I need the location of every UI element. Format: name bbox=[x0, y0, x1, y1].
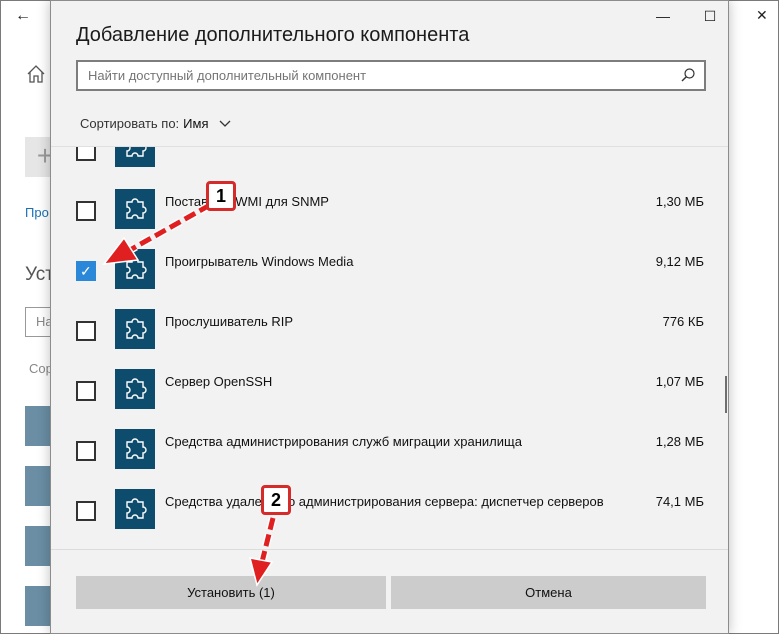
feature-checkbox[interactable] bbox=[76, 201, 96, 221]
feature-checkbox-checked[interactable]: ✓ bbox=[76, 261, 96, 281]
puzzle-icon bbox=[115, 489, 155, 529]
feature-checkbox[interactable] bbox=[76, 321, 96, 341]
sort-dropdown[interactable]: Сортировать по: Имя bbox=[80, 116, 231, 131]
feature-size: 1,30 МБ bbox=[655, 194, 704, 209]
back-arrow-icon[interactable]: ← bbox=[15, 7, 31, 25]
sort-label: Сортировать по: bbox=[80, 116, 180, 131]
puzzle-icon bbox=[115, 189, 155, 229]
checkmark-icon: ✓ bbox=[80, 263, 92, 279]
feature-checkbox[interactable] bbox=[76, 147, 96, 161]
list-scrollbar[interactable] bbox=[725, 376, 727, 413]
puzzle-icon bbox=[115, 249, 155, 289]
add-optional-feature-dialog: — ☐ Добавление дополнительного компонент… bbox=[50, 0, 729, 634]
feature-size: 1,07 МБ bbox=[655, 374, 704, 389]
dialog-title: Добавление дополнительного компонента bbox=[76, 24, 470, 46]
history-link[interactable]: Про bbox=[25, 205, 49, 220]
list-item[interactable]: Средства удаленного администрирования се… bbox=[51, 479, 728, 539]
feature-size: 1,28 МБ bbox=[655, 434, 704, 449]
list-item[interactable]: Поставщик WMI для SNMP 1,30 МБ bbox=[51, 179, 728, 239]
search-input[interactable] bbox=[88, 68, 668, 83]
sort-value[interactable]: Имя bbox=[183, 116, 208, 131]
install-button[interactable]: Установить (1) bbox=[76, 576, 386, 609]
list-item[interactable]: Прослушиватель RIP 776 КБ bbox=[51, 299, 728, 359]
feature-checkbox[interactable] bbox=[76, 501, 96, 521]
feature-checkbox[interactable] bbox=[76, 441, 96, 461]
feature-size: 9,12 МБ bbox=[655, 254, 704, 269]
maximize-icon[interactable]: ☐ bbox=[700, 8, 720, 25]
cancel-button[interactable]: Отмена bbox=[391, 576, 706, 609]
search-icon[interactable] bbox=[680, 67, 696, 83]
close-icon[interactable]: ✕ bbox=[756, 7, 768, 24]
feature-name: Прослушиватель RIP bbox=[165, 314, 294, 329]
list-item[interactable]: Средства администрирования служб миграци… bbox=[51, 419, 728, 479]
puzzle-icon bbox=[115, 309, 155, 349]
feature-checkbox[interactable] bbox=[76, 381, 96, 401]
annotation-badge-2: 2 bbox=[261, 485, 291, 515]
puzzle-icon bbox=[115, 147, 155, 167]
search-box[interactable] bbox=[76, 60, 706, 91]
feature-size: 74,1 МБ bbox=[655, 494, 704, 509]
annotation-badge-1: 1 bbox=[206, 181, 236, 211]
list-item[interactable]: Сервер OpenSSH 1,07 МБ bbox=[51, 359, 728, 419]
puzzle-icon bbox=[115, 429, 155, 469]
list-item[interactable]: ✓ Проигрыватель Windows Media 9,12 МБ bbox=[51, 239, 728, 299]
list-item[interactable] bbox=[51, 147, 728, 167]
feature-name: Средства администрирования служб миграци… bbox=[165, 434, 522, 449]
feature-name: Проигрыватель Windows Media bbox=[165, 254, 354, 269]
feature-list: Поставщик WMI для SNMP 1,30 МБ ✓ Проигры… bbox=[51, 147, 728, 549]
minimize-icon[interactable]: — bbox=[653, 8, 673, 24]
puzzle-icon bbox=[115, 369, 155, 409]
feature-name: Средства удаленного администрирования се… bbox=[165, 494, 604, 509]
feature-name: Поставщик WMI для SNMP bbox=[165, 194, 329, 209]
chevron-down-icon[interactable] bbox=[219, 120, 231, 128]
home-icon[interactable] bbox=[25, 63, 47, 85]
feature-size: 776 КБ bbox=[662, 314, 704, 329]
footer-divider bbox=[51, 549, 728, 550]
feature-name: Сервер OpenSSH bbox=[165, 374, 273, 389]
